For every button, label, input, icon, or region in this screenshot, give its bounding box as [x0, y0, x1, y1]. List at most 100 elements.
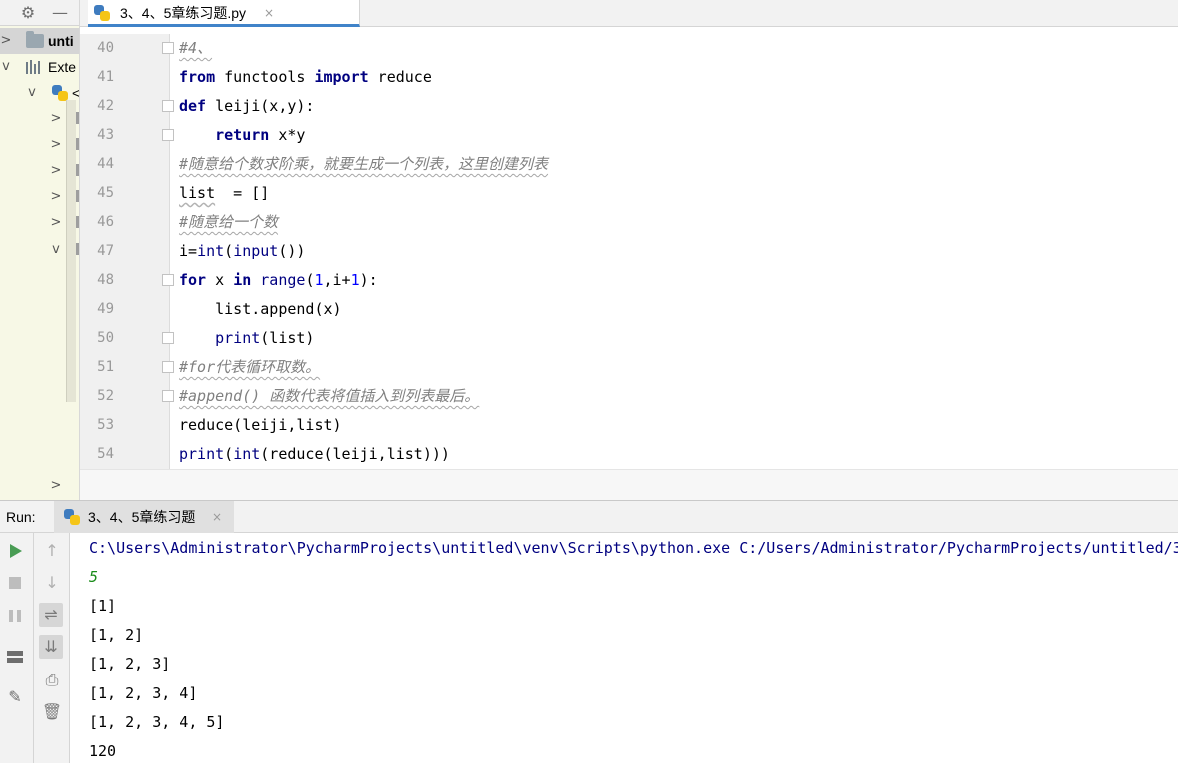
code-line[interactable]: 47 i=int(input()): [80, 237, 1178, 266]
code-token: import: [314, 68, 369, 86]
code-line[interactable]: 41 from functools import reduce: [80, 63, 1178, 92]
fold-marker-icon[interactable]: [162, 42, 174, 54]
line-number: 47: [97, 243, 114, 259]
folder-icon: [26, 31, 44, 48]
trash-icon[interactable]: 🗑: [40, 700, 64, 724]
code-line[interactable]: 49 list.append(x): [80, 295, 1178, 324]
python-file-icon: [94, 5, 110, 21]
code-text[interactable]: #append() 函数代表将值插入到列表最后。: [179, 382, 479, 411]
tree-item-label: unti: [48, 33, 74, 49]
tree-item[interactable]: >: [0, 132, 79, 158]
code-token: = []: [215, 184, 270, 202]
code-line[interactable]: 45 list = []: [80, 179, 1178, 208]
tree-item[interactable]: v: [0, 237, 79, 263]
fold-marker-icon[interactable]: [162, 390, 174, 402]
chevron-right-icon[interactable]: >: [50, 184, 62, 210]
chevron-down-icon[interactable]: v: [0, 54, 12, 80]
editor-tab-bar: 3、4、5章练习题.py ×: [80, 0, 1178, 27]
tree-item[interactable]: >: [0, 158, 79, 184]
code-text[interactable]: i=int(input()): [179, 237, 305, 266]
tree-item[interactable]: >: [0, 184, 79, 210]
code-text[interactable]: #随意给一个数: [179, 208, 278, 237]
code-token: 1: [314, 271, 324, 289]
code-text[interactable]: reduce(leiji,list): [179, 411, 342, 440]
pin-icon[interactable]: ✎: [5, 687, 25, 707]
code-text[interactable]: print(list): [179, 324, 314, 353]
stop-icon[interactable]: [9, 577, 21, 589]
chevron-right-icon[interactable]: >: [50, 473, 62, 499]
chevron-right-icon[interactable]: >: [0, 28, 12, 54]
play-icon[interactable]: [10, 544, 22, 558]
code-text[interactable]: list.append(x): [179, 295, 342, 324]
chevron-right-icon[interactable]: >: [50, 210, 62, 236]
minus-icon[interactable]: —: [50, 3, 70, 23]
close-icon[interactable]: ×: [264, 0, 274, 26]
fold-marker-icon[interactable]: [162, 129, 174, 141]
code-text[interactable]: list = []: [179, 179, 269, 208]
close-icon[interactable]: ×: [212, 501, 222, 534]
run-panel-header: Run: 3、4、5章练习题 ×: [0, 500, 1178, 534]
console-line: 120: [89, 742, 117, 760]
chevron-right-icon[interactable]: >: [50, 106, 62, 132]
code-text[interactable]: #随意给个数求阶乘，就要生成一个列表，这里创建列表: [179, 150, 548, 179]
tree-item[interactable]: >: [0, 106, 79, 132]
soft-wrap-icon[interactable]: ⇌: [39, 603, 63, 627]
arrow-down-icon[interactable]: ↓: [40, 571, 64, 595]
tree-item-external-libraries[interactable]: v Exte: [0, 54, 79, 80]
code-text[interactable]: #for代表循环取数。: [179, 353, 320, 382]
code-editor[interactable]: 40 #4、 41 from functools import reduce 42 def…: [80, 34, 1178, 469]
tree-item-untitled[interactable]: > unti: [0, 28, 79, 54]
code-line[interactable]: 48 for x in range(1,i+1):: [80, 266, 1178, 295]
chevron-right-icon[interactable]: >: [50, 132, 62, 158]
tree-item[interactable]: >: [0, 210, 79, 236]
code-token: 1: [350, 271, 360, 289]
code-token: #随意给个数求阶乘，就要生成一个列表，这里创建列表: [179, 155, 549, 173]
console-line: [1]: [89, 597, 117, 615]
code-line[interactable]: 42 def leiji(x,y):: [80, 92, 1178, 121]
code-line[interactable]: 54 print(int(reduce(leiji,list))): [80, 440, 1178, 469]
print-icon[interactable]: ⎙: [40, 668, 64, 692]
code-token: reduce: [368, 68, 432, 86]
code-text[interactable]: return x*y: [179, 121, 305, 150]
scroll-to-end-icon[interactable]: ⇊: [39, 635, 63, 659]
arrow-up-icon[interactable]: ↑: [40, 539, 64, 563]
code-text[interactable]: print(int(reduce(leiji,list))): [179, 440, 450, 469]
project-panel: ⚙ — > unti v Exte v < > > > > > v >: [0, 0, 80, 500]
pause-icon[interactable]: [9, 610, 21, 622]
code-token: ,i+: [323, 271, 351, 289]
code-line[interactable]: 40 #4、: [80, 34, 1178, 63]
line-number: 50: [97, 330, 114, 346]
chevron-down-icon[interactable]: v: [50, 237, 62, 263]
tree-item[interactable]: >: [0, 473, 79, 499]
code-text[interactable]: def leiji(x,y):: [179, 92, 314, 121]
code-token: reduce(leiji,list): [179, 416, 342, 434]
code-line[interactable]: 51 #for代表循环取数。: [80, 353, 1178, 382]
run-console[interactable]: C:\Users\Administrator\PycharmProjects\u…: [70, 533, 1178, 763]
code-line[interactable]: 44 #随意给个数求阶乘，就要生成一个列表，这里创建列表: [80, 150, 1178, 179]
layout-icon[interactable]: [7, 651, 23, 663]
code-line[interactable]: 52 #append() 函数代表将值插入到列表最后。: [80, 382, 1178, 411]
chevron-down-icon[interactable]: v: [26, 80, 38, 106]
editor-tab[interactable]: 3、4、5章练习题.py ×: [88, 0, 360, 27]
fold-marker-icon[interactable]: [162, 361, 174, 373]
code-line[interactable]: 46 #随意给一个数: [80, 208, 1178, 237]
chevron-right-icon[interactable]: >: [50, 158, 62, 184]
code-token: leiji(x,y):: [206, 97, 315, 115]
run-panel-title: Run:: [6, 509, 36, 525]
run-config-tab[interactable]: 3、4、5章练习题 ×: [54, 501, 234, 534]
code-token: list.append(x): [179, 300, 342, 318]
code-token: int: [197, 242, 225, 260]
gear-icon[interactable]: ⚙: [18, 3, 38, 23]
code-token: for: [179, 271, 207, 289]
code-token: (: [224, 445, 234, 463]
fold-marker-icon[interactable]: [162, 274, 174, 286]
fold-marker-icon[interactable]: [162, 100, 174, 112]
code-text[interactable]: for x in range(1,i+1):: [179, 266, 378, 295]
code-line[interactable]: 43 return x*y: [80, 121, 1178, 150]
code-line[interactable]: 50 print(list): [80, 324, 1178, 353]
code-text[interactable]: from functools import reduce: [179, 63, 432, 92]
code-text[interactable]: #4、: [179, 34, 212, 63]
fold-marker-icon[interactable]: [162, 332, 174, 344]
line-number: 45: [97, 185, 114, 201]
code-line[interactable]: 53 reduce(leiji,list): [80, 411, 1178, 440]
